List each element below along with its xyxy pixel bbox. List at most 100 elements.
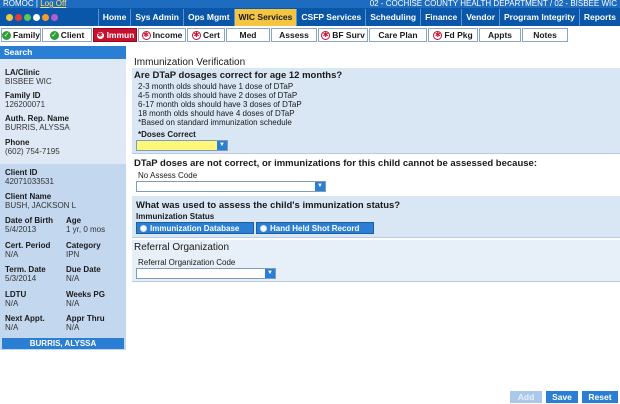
field-label: Cert. Period (5, 241, 51, 250)
menu-item-wic-services[interactable]: WIC Services (233, 9, 297, 26)
tab-label: Notes (533, 30, 557, 40)
tab-med[interactable]: Med (226, 28, 270, 42)
chevron-down-icon: ▼ (265, 269, 275, 278)
field-value: 5/4/2013 (5, 225, 37, 234)
tab-label: Appts (487, 30, 513, 40)
top-header-bar: ROMOC | Log Off 02 - COCHISE COUNTY HEAL… (0, 0, 620, 26)
doses-correct-select[interactable]: ▼ (136, 140, 228, 151)
menu-item-program-integrity[interactable]: Program Integrity (499, 9, 579, 26)
menu-item-home[interactable]: Home (97, 9, 131, 26)
menu-item-sys-admin[interactable]: Sys Admin (130, 9, 183, 26)
ldtu-field: LDTU N/A (5, 290, 26, 308)
reset-button[interactable]: Reset (582, 391, 618, 403)
appr-thru-field: Appr Thru N/A (66, 314, 105, 332)
app-code: ROMOC (3, 0, 34, 8)
guideline-line: 6-17 month olds should have 3 doses of D… (138, 100, 302, 109)
radio-hand-held-shot-record[interactable]: Hand Held Shot Record (256, 222, 374, 234)
tab-client[interactable]: ✓ Client (42, 28, 92, 42)
no-assess-select[interactable]: ▼ (136, 181, 326, 192)
tab-label: Immun (106, 30, 135, 40)
field-label: Due Date (66, 265, 101, 274)
tab-label: Income (152, 30, 183, 40)
add-button[interactable]: Add (510, 391, 542, 403)
phone-field: Phone (602) 754-7195 (5, 138, 60, 156)
field-label: Appr Thru (66, 314, 105, 323)
field-value: N/A (66, 299, 80, 308)
menu-item-finance[interactable]: Finance (420, 9, 461, 26)
field-label: Term. Date (5, 265, 46, 274)
tab-assess[interactable]: Assess (271, 28, 317, 42)
tab-label: Cert (202, 30, 220, 40)
logo-dot (42, 13, 49, 21)
tab-immun[interactable]: ✱ Immun (93, 28, 137, 42)
tab-care-plan[interactable]: Care Plan (369, 28, 427, 42)
logout-link[interactable]: Log Off (40, 0, 66, 8)
menu-item-csfp-services[interactable]: CSFP Services (296, 9, 365, 26)
logo-dot (33, 13, 40, 21)
field-value: BISBEE WIC (5, 77, 52, 86)
field-label: Phone (5, 138, 30, 147)
field-label: Auth. Rep. Name (5, 114, 70, 123)
tab-family[interactable]: ✓ Family (1, 28, 41, 42)
error-icon: ✱ (433, 30, 443, 40)
guideline-line: 18 month olds should have 4 doses of DTa… (138, 109, 295, 118)
tab-label: Family (13, 30, 40, 40)
tab-cert[interactable]: ✱ Cert (187, 28, 225, 42)
field-label: Age (66, 216, 82, 225)
due-date-field: Due Date N/A (66, 265, 101, 283)
imm-status-question: What was used to assess the child's immu… (136, 200, 401, 211)
client-sidebar: Search LA/Clinic BISBEE WIC Family ID 12… (0, 46, 126, 350)
field-value: 42071033531 (5, 177, 54, 186)
chevron-down-icon: ▼ (217, 141, 227, 150)
search-header[interactable]: Search (0, 46, 126, 59)
logo-dot (51, 13, 58, 21)
tab-fd-pkg[interactable]: ✱ Fd Pkg (428, 28, 478, 42)
guideline-line: 2-3 month olds should have 1 dose of DTa… (138, 82, 294, 91)
doses-correct-label: *Doses Correct (138, 130, 196, 139)
client-name-field: Client Name BUSH, JACKSON L (5, 192, 76, 210)
referral-code-select[interactable]: ▼ (136, 268, 276, 279)
tab-notes[interactable]: Notes (522, 28, 568, 42)
error-icon: ✱ (95, 30, 105, 40)
field-value: 1 yr, 0 mos (66, 225, 106, 234)
save-button[interactable]: Save (546, 391, 578, 403)
field-label: Client Name (5, 192, 52, 201)
family-id-field: Family ID 126200071 (5, 91, 45, 109)
app-id: ROMOC | Log Off (3, 0, 67, 8)
radio-circle-icon (140, 225, 147, 232)
imm-status-band: What was used to assess the child's immu… (132, 196, 620, 238)
chevron-down-icon: ▼ (315, 182, 325, 191)
wic-logo (6, 9, 68, 25)
field-value: N/A (66, 323, 80, 332)
check-icon: ✓ (2, 30, 12, 40)
no-assess-label: No Assess Code (138, 171, 198, 180)
field-label: Next Appt. (5, 314, 45, 323)
referral-title: Referral Organization (134, 242, 230, 253)
dtap-guideline-list: 2-3 month olds should have 1 dose of DTa… (138, 82, 302, 127)
guideline-line: 4-5 month olds should have 2 doses of DT… (138, 91, 298, 100)
field-label: Client ID (5, 168, 38, 177)
tab-appts[interactable]: Appts (479, 28, 521, 42)
no-assess-section: DTaP doses are not correct, or immunizat… (132, 156, 620, 192)
menu-item-ops-mgmt[interactable]: Ops Mgmt (182, 9, 234, 26)
radio-label: Immunization Database (150, 224, 240, 233)
tab-bf-surv[interactable]: ✱ BF Surv (318, 28, 368, 42)
client-id-field: Client ID 42071033531 (5, 168, 54, 186)
menu-item-vendor[interactable]: Vendor (461, 9, 499, 26)
auth-rep-name-bar[interactable]: BURRIS, ALYSSA (2, 338, 124, 349)
error-icon: ✱ (321, 30, 331, 40)
field-value: N/A (5, 299, 19, 308)
tab-income[interactable]: ✱ Income (138, 28, 186, 42)
client-tab-row: ✓ Family ✓ Client ✱ Immun ✱ Income ✱ Cert Med… (0, 28, 620, 42)
logo-dot (15, 13, 22, 21)
field-value: N/A (5, 323, 19, 332)
tab-label: Care Plan (378, 30, 418, 40)
field-value: N/A (66, 274, 80, 283)
tab-label: Fd Pkg (444, 30, 473, 40)
client-info-panel: Client ID 42071033531 Client Name BUSH, … (0, 164, 126, 350)
radio-immunization-database[interactable]: Immunization Database (136, 222, 254, 234)
menu-item-reports[interactable]: Reports (578, 9, 620, 26)
logo-dot (6, 13, 13, 21)
error-icon: ✱ (191, 30, 201, 40)
menu-item-scheduling[interactable]: Scheduling (365, 9, 420, 26)
